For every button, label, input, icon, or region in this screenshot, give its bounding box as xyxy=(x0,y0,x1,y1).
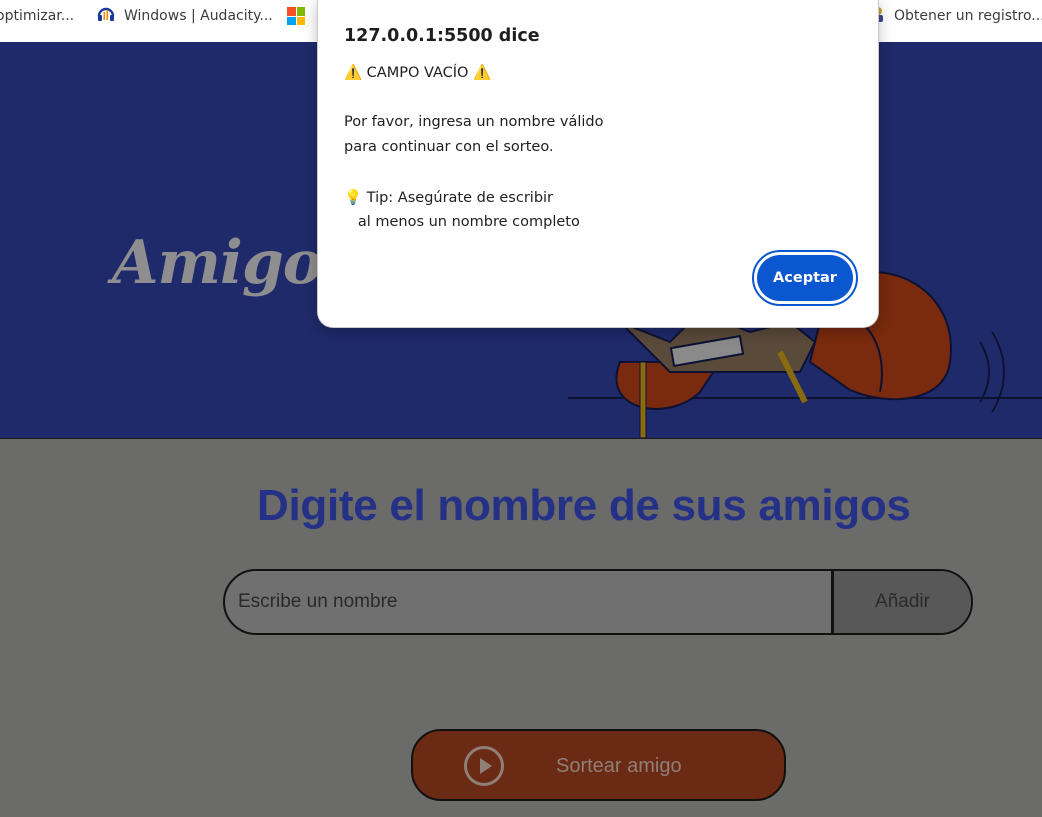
bookmark-item[interactable]: Windows | Audacity... xyxy=(96,0,273,32)
dialog-message-line: Por favor, ingresa un nombre válido xyxy=(344,114,604,130)
alert-dialog: 127.0.0.1:5500 dice ⚠️ CAMPO VACÍO ⚠️ Po… xyxy=(317,0,879,328)
audacity-icon xyxy=(96,4,116,28)
microsoft-logo-icon xyxy=(287,7,305,25)
add-button[interactable]: Añadir xyxy=(831,571,971,633)
main-section: Digite el nombre de sus amigos Añadir So… xyxy=(0,439,1042,817)
bookmark-item[interactable]: Obtener un registro... xyxy=(870,0,1042,32)
name-input-group: Añadir xyxy=(223,569,973,635)
draw-button-label: Sortear amigo xyxy=(556,755,682,777)
bookmark-label: Windows | Audacity... xyxy=(124,8,273,24)
play-circle-icon xyxy=(464,746,504,786)
dialog-message-line: para continuar con el sorteo. xyxy=(344,139,554,155)
hero-title: Amigo xyxy=(112,228,323,298)
dialog-origin: 127.0.0.1:5500 dice xyxy=(344,26,540,46)
bookmark-item[interactable] xyxy=(287,0,305,32)
friend-name-input[interactable] xyxy=(225,571,831,633)
dialog-tip-line: al menos un nombre completo xyxy=(344,214,580,230)
dialog-tip-line: 💡 Tip: Asegúrate de escribir xyxy=(344,190,554,206)
bookmark-item[interactable]: optimizar... xyxy=(0,0,74,32)
draw-friend-button[interactable]: Sortear amigo xyxy=(411,729,786,801)
accept-button-label: Aceptar xyxy=(757,255,853,301)
dialog-warning-line: ⚠️ CAMPO VACÍO ⚠️ xyxy=(344,65,492,81)
accept-button[interactable]: Aceptar xyxy=(752,250,858,306)
bookmark-label: optimizar... xyxy=(0,8,75,24)
bookmark-label: Obtener un registro... xyxy=(894,8,1042,24)
page-heading: Digite el nombre de sus amigos xyxy=(257,481,911,530)
